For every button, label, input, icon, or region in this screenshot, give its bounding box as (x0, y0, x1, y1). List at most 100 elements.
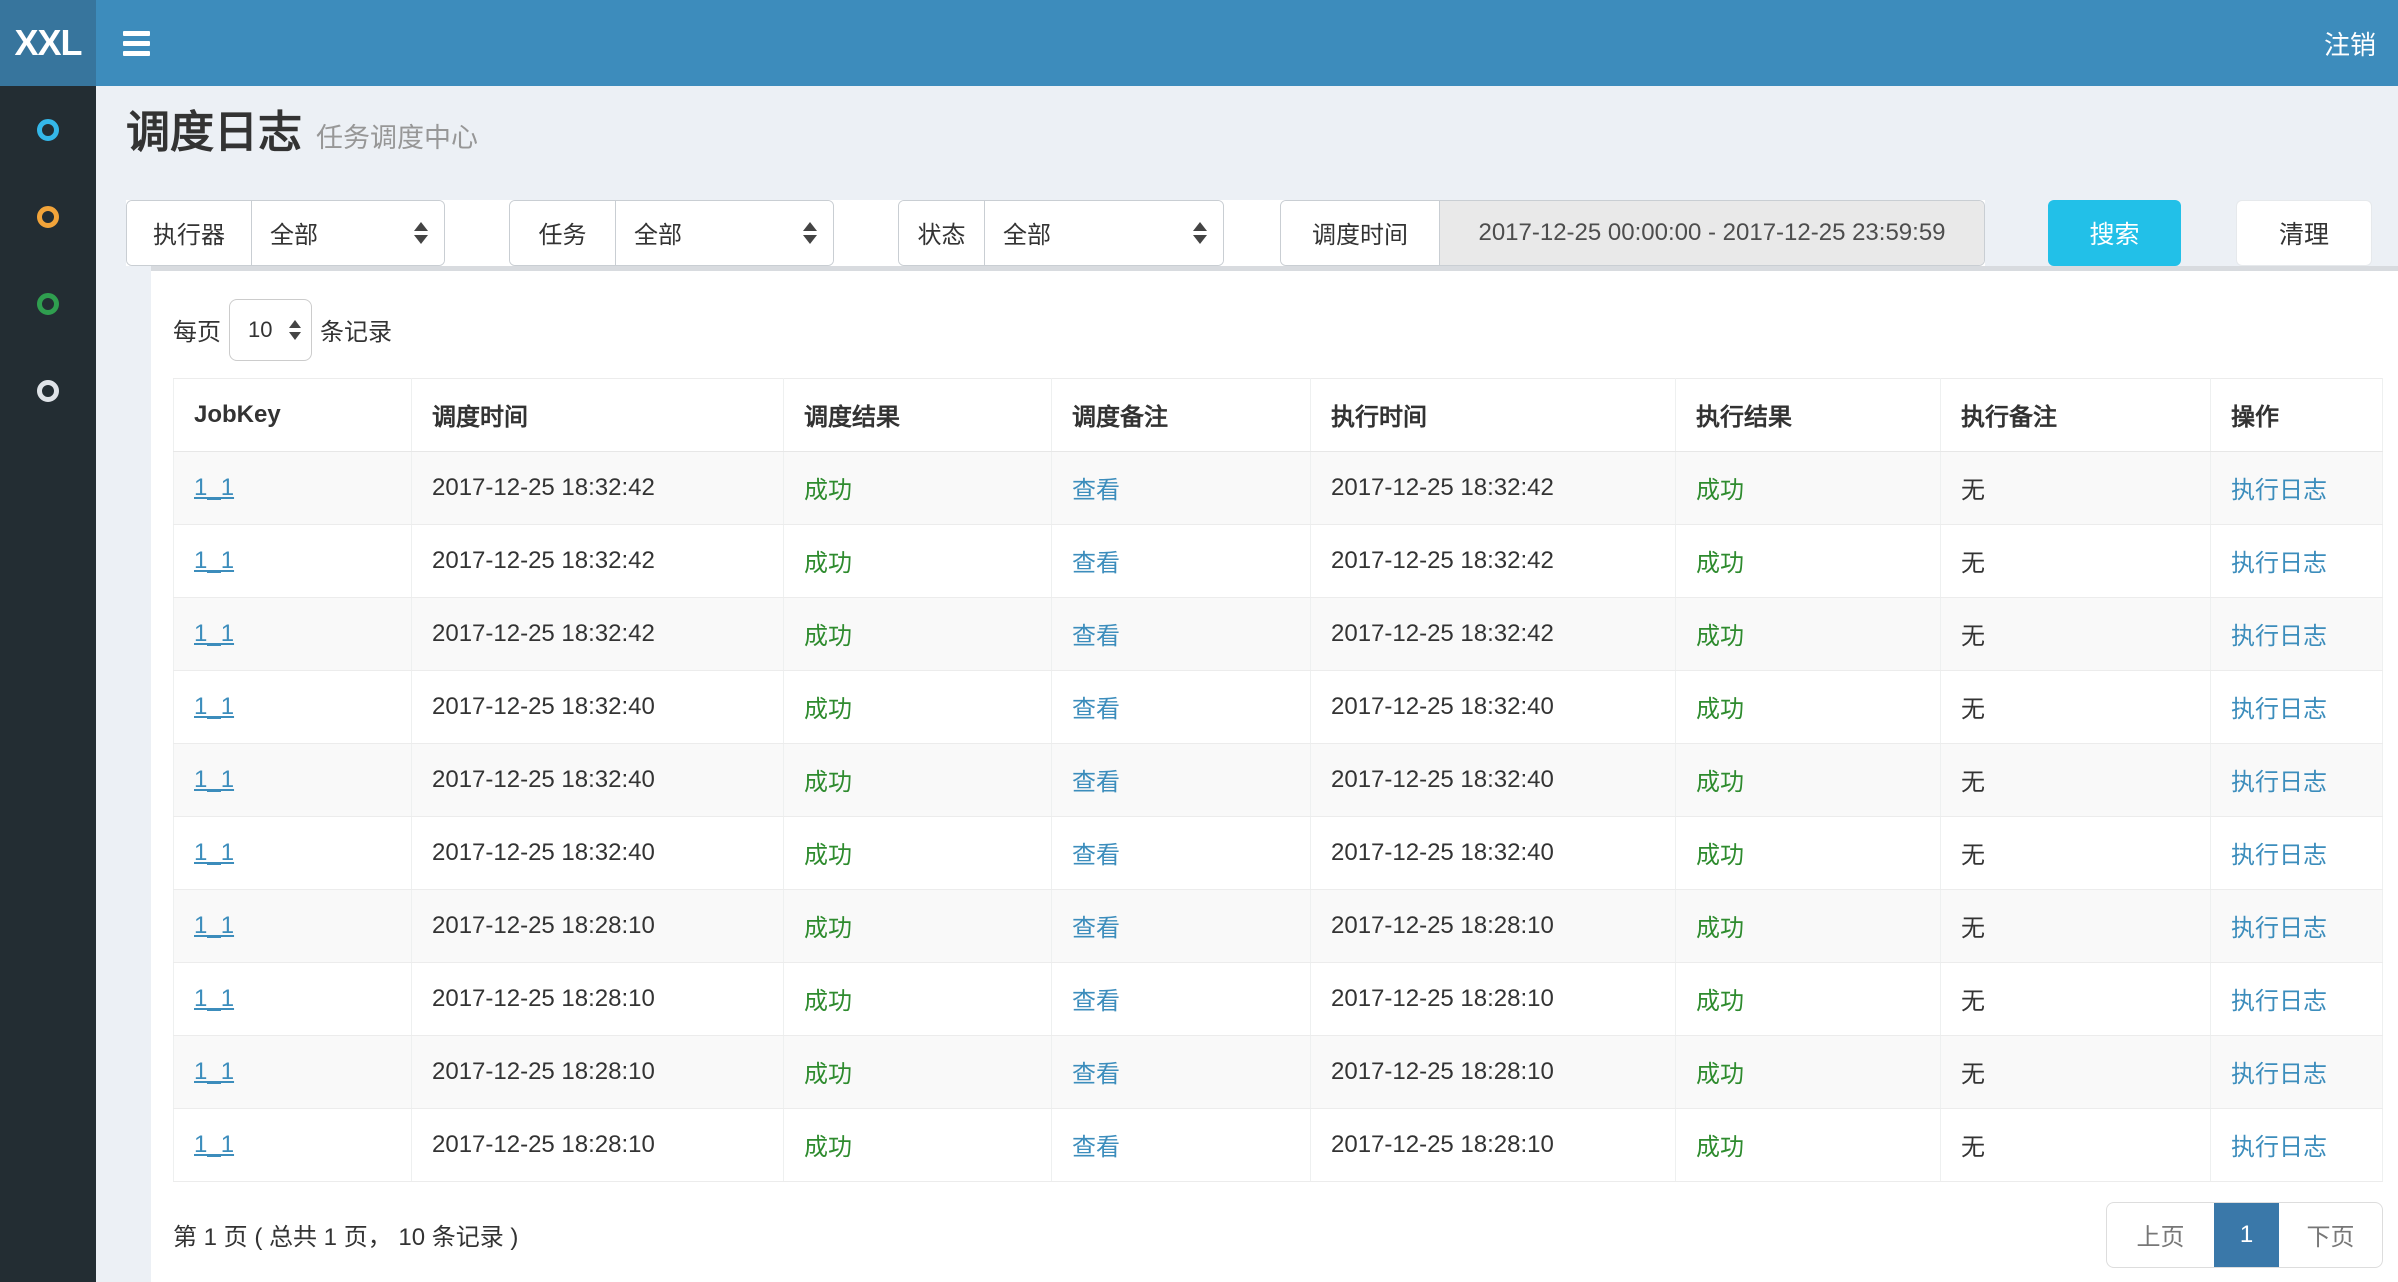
execution-log-link[interactable]: 执行日志 (2231, 988, 2327, 1015)
trigger-time-value: 2017-12-25 18:32:42 (432, 547, 655, 574)
trigger-msg-link[interactable]: 查看 (1072, 842, 1120, 869)
trigger-time-value: 2017-12-25 18:28:10 (432, 1131, 655, 1158)
execution-log-link[interactable]: 执行日志 (2231, 915, 2327, 942)
page-title: 调度日志任务调度中心 (126, 108, 2398, 159)
table-row: 1_12017-12-25 18:28:10成功查看2017-12-25 18:… (174, 889, 2383, 962)
prev-page-button[interactable]: 上页 (2107, 1203, 2214, 1267)
sidebar-toggle-button[interactable] (96, 0, 176, 86)
trigger-time-value: 2017-12-25 18:28:10 (432, 1058, 655, 1085)
log-panel: 每页 10 条记录 JobKey 调度时间 调度结果 调度备注 执行时间 执行结… (151, 266, 2398, 1282)
job-key-link[interactable]: 1_1 (194, 766, 234, 793)
app-logo: XXL (0, 0, 96, 86)
execution-log-link[interactable]: 执行日志 (2231, 696, 2327, 723)
execution-log-link[interactable]: 执行日志 (2231, 842, 2327, 869)
clean-button[interactable]: 清理 (2236, 200, 2372, 266)
trigger-result-value: 成功 (804, 1134, 852, 1161)
select-arrows-icon (289, 320, 301, 340)
sidebar-item-dashboard[interactable] (0, 86, 96, 173)
job-key-link[interactable]: 1_1 (194, 620, 234, 647)
main-content: 调度日志任务调度中心 执行器 全部 任务 全部 状态 (96, 86, 2398, 1282)
pagination-row: 第 1 页 ( 总共 1 页， 10 条记录 ) 上页 1 下页 (173, 1202, 2383, 1268)
table-row: 1_1 2017-12-25 18:32:42 成功 查看 2017-12-25 18:… (174, 597, 2383, 670)
column-header-trigger-msg: 调度备注 (1052, 378, 1311, 451)
table-row: 1_12017-12-25 18:28:10成功查看2017-12-25 18:… (174, 1035, 2383, 1108)
job-key-link[interactable]: 1_1 (194, 985, 234, 1012)
trigger-time-value: 2017-12-25 18:28:10 (432, 985, 655, 1012)
trigger-msg-link[interactable]: 查看 (1072, 988, 1120, 1015)
job-key-link[interactable]: 1_1 (194, 912, 234, 939)
handle-msg-value: 无 (1961, 915, 1985, 942)
column-header-action: 操作 (2211, 378, 2383, 451)
trigger-time-value: 2017-12-25 18:32:42 (432, 620, 655, 647)
trigger-msg-link[interactable]: 查看 (1072, 915, 1120, 942)
sidebar-item-joblog[interactable] (0, 260, 96, 347)
trigger-time-filter-label: 调度时间 (1281, 201, 1440, 265)
trigger-result-value: 成功 (804, 988, 852, 1015)
filter-bar: 执行器 全部 任务 全部 状态 全部 (126, 200, 2398, 266)
job-key-link[interactable]: 1_1 (194, 547, 234, 574)
handle-result-value: 成功 (1696, 623, 1744, 650)
trigger-msg-link[interactable]: 查看 (1072, 1061, 1120, 1088)
trigger-result-value: 成功 (804, 550, 852, 577)
executor-select[interactable]: 全部 (252, 201, 444, 265)
job-key-link[interactable]: 1_1 (194, 1058, 234, 1085)
handle-result-value: 成功 (1696, 988, 1744, 1015)
handle-time-value: 2017-12-25 18:28:10 (1331, 912, 1554, 939)
execution-log-link[interactable]: 执行日志 (2231, 769, 2327, 796)
circle-icon (37, 119, 59, 141)
column-header-handle-msg: 执行备注 (1941, 378, 2211, 451)
job-key-link[interactable]: 1_1 (194, 839, 234, 866)
current-page-button[interactable]: 1 (2214, 1203, 2279, 1267)
handle-time-value: 2017-12-25 18:32:42 (1331, 474, 1554, 501)
job-key-link[interactable]: 1_1 (194, 474, 234, 501)
status-select-value: 全部 (1003, 215, 1051, 250)
handle-result-value: 成功 (1696, 1134, 1744, 1161)
handle-msg-value: 无 (1961, 623, 1985, 650)
pagination-summary: 第 1 页 ( 总共 1 页， 10 条记录 ) (173, 1217, 518, 1252)
handle-time-value: 2017-12-25 18:32:42 (1331, 620, 1554, 647)
job-key-link[interactable]: 1_1 (194, 693, 234, 720)
handle-result-value: 成功 (1696, 915, 1744, 942)
trigger-msg-link[interactable]: 查看 (1072, 696, 1120, 723)
execution-log-link[interactable]: 执行日志 (2231, 550, 2327, 577)
handle-msg-value: 无 (1961, 842, 1985, 869)
trigger-msg-link[interactable]: 查看 (1072, 623, 1120, 650)
table-row: 1_12017-12-25 18:32:40成功查看2017-12-25 18:… (174, 670, 2383, 743)
log-table: JobKey 调度时间 调度结果 调度备注 执行时间 执行结果 执行备注 操作 … (173, 378, 2383, 1182)
execution-log-link[interactable]: 执行日志 (2231, 477, 2327, 504)
trigger-result-value: 成功 (804, 915, 852, 942)
handle-msg-value: 无 (1961, 769, 1985, 796)
sidebar-item-jobinfo[interactable] (0, 173, 96, 260)
trigger-result-value: 成功 (804, 1061, 852, 1088)
trigger-msg-link[interactable]: 查看 (1072, 550, 1120, 577)
select-arrows-icon (1193, 222, 1207, 244)
trigger-msg-link[interactable]: 查看 (1072, 1134, 1120, 1161)
trigger-time-value: 2017-12-25 18:32:40 (432, 693, 655, 720)
execution-log-link[interactable]: 执行日志 (2231, 1061, 2327, 1088)
sidebar-nav (0, 86, 96, 1282)
execution-log-link[interactable]: 执行日志 (2231, 623, 2327, 650)
handle-result-value: 成功 (1696, 477, 1744, 504)
next-page-button[interactable]: 下页 (2279, 1203, 2382, 1267)
page-size-select[interactable]: 10 (229, 299, 312, 361)
job-select[interactable]: 全部 (616, 201, 833, 265)
table-row: 1_1 2017-12-25 18:32:42 成功 查看 2017-12-25 18:… (174, 451, 2383, 524)
trigger-time-value: 2017-12-25 18:32:42 (432, 474, 655, 501)
navbar-spacer (176, 0, 2302, 86)
status-select[interactable]: 全部 (985, 201, 1223, 265)
handle-time-value: 2017-12-25 18:28:10 (1331, 985, 1554, 1012)
handle-msg-value: 无 (1961, 1134, 1985, 1161)
search-button[interactable]: 搜索 (2048, 200, 2181, 266)
execution-log-link[interactable]: 执行日志 (2231, 1134, 2327, 1161)
trigger-msg-link[interactable]: 查看 (1072, 769, 1120, 796)
handle-result-value: 成功 (1696, 550, 1744, 577)
page-size-value: 10 (248, 317, 272, 343)
sidebar-item-jobgroup[interactable] (0, 347, 96, 434)
trigger-msg-link[interactable]: 查看 (1072, 477, 1120, 504)
job-key-link[interactable]: 1_1 (194, 1131, 234, 1158)
select-arrows-icon (414, 222, 428, 244)
column-header-trigger-time: 调度时间 (412, 378, 784, 451)
logout-link[interactable]: 注销 (2302, 0, 2398, 86)
trigger-time-range-input[interactable]: 2017-12-25 00:00:00 - 2017-12-25 23:59:5… (1440, 201, 1984, 265)
trigger-result-value: 成功 (804, 477, 852, 504)
